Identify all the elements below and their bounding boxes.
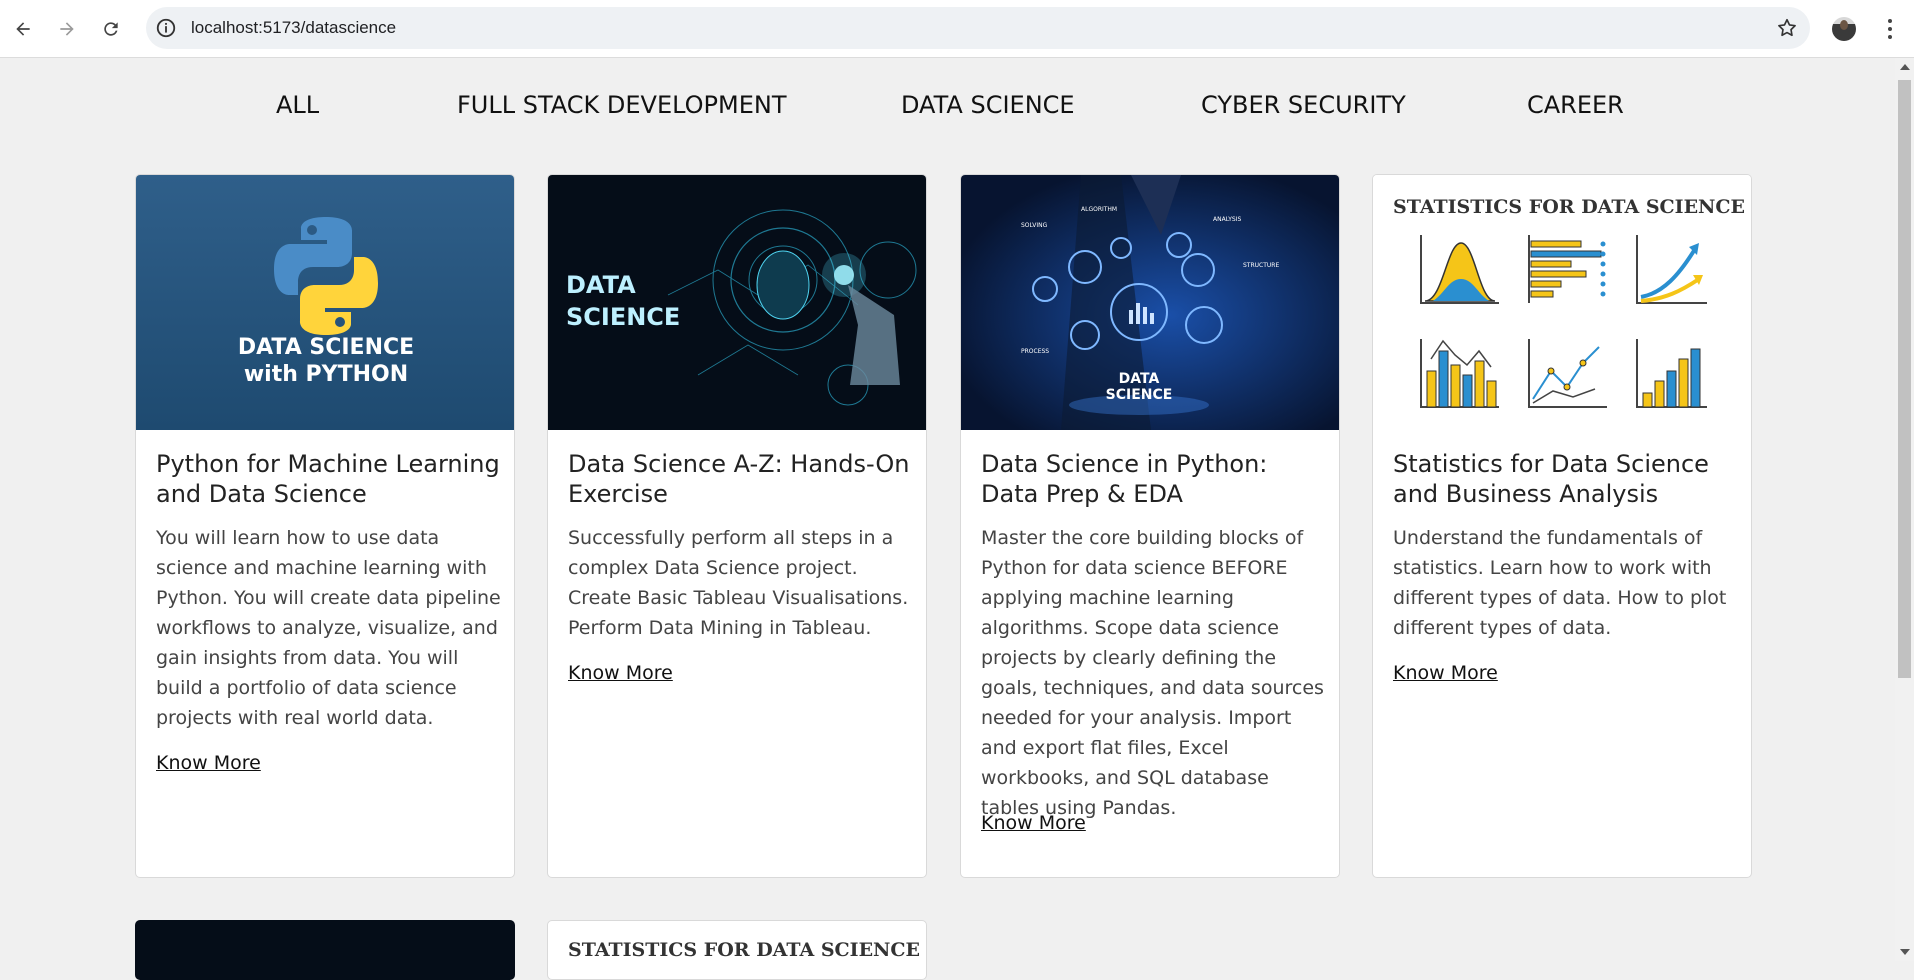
- nav-all[interactable]: ALL: [276, 91, 319, 119]
- page-scrollbar[interactable]: [1895, 58, 1914, 961]
- course-image-data-science-robot: DATA SCIENCE: [548, 175, 926, 430]
- image-caption-line2: SCIENCE: [566, 303, 680, 331]
- back-button[interactable]: [7, 13, 39, 45]
- course-title: Statistics for Data Science and Business…: [1393, 450, 1709, 508]
- image-caption-line1: STATISTICS FOR DATA SCIENCE: [568, 939, 921, 961]
- course-title: Data Science A-Z: Hands-On Exercise: [568, 450, 910, 508]
- course-image-data-science-gears: SOLVING ALGORITHM ANALYSIS STRUCTURE PRO…: [961, 175, 1339, 430]
- course-title: Python for Machine Learning and Data Sci…: [156, 450, 500, 508]
- scroll-up-arrow-icon[interactable]: [1900, 64, 1910, 70]
- profile-avatar[interactable]: [1832, 17, 1856, 41]
- arrow-left-icon: [16, 22, 30, 36]
- nav-career[interactable]: CAREER: [1527, 91, 1624, 119]
- course-description: Understand the fundamentals of statistic…: [1393, 527, 1727, 639]
- course-description: Successfully perform all steps in a comp…: [568, 527, 909, 639]
- know-more-link[interactable]: Know More: [1393, 662, 1498, 684]
- course-card: DATA SCIENCE with PYTHON Python for Mach…: [135, 174, 515, 878]
- menu-kebab-icon[interactable]: [1878, 16, 1902, 42]
- image-label: ALGORITHM: [1081, 206, 1117, 213]
- address-bar[interactable]: localhost:5173/datascience: [146, 7, 1810, 49]
- image-caption-line1: DATA SCIENCE: [238, 335, 414, 360]
- image-label: ANALYSIS: [1213, 216, 1241, 223]
- bookmark-star-icon[interactable]: [1776, 17, 1798, 39]
- nav-cyber-security[interactable]: CYBER SECURITY: [1201, 91, 1406, 119]
- browser-toolbar: localhost:5173/datascience: [0, 0, 1914, 58]
- scroll-thumb[interactable]: [1898, 80, 1911, 678]
- nav-data-science[interactable]: DATA SCIENCE: [901, 91, 1075, 119]
- scroll-down-arrow-icon[interactable]: [1900, 949, 1910, 955]
- site-info-icon[interactable]: [155, 17, 177, 39]
- image-caption-line1: DATA: [566, 271, 636, 299]
- reload-icon: [104, 22, 118, 36]
- know-more-link[interactable]: Know More: [981, 812, 1086, 834]
- course-card-partial: [135, 920, 515, 980]
- know-more-link[interactable]: Know More: [156, 752, 261, 774]
- forward-button[interactable]: [51, 13, 83, 45]
- image-caption-line1: STATISTICS FOR DATA SCIENCE: [1393, 196, 1745, 218]
- course-image-python: DATA SCIENCE with PYTHON: [136, 175, 514, 430]
- nav-full-stack-development[interactable]: FULL STACK DEVELOPMENT: [457, 91, 786, 119]
- course-image-statistics: STATISTICS FOR DATA SCIENCE: [1373, 175, 1751, 430]
- image-caption-line2: with PYTHON: [244, 362, 408, 387]
- reload-button[interactable]: [95, 13, 127, 45]
- course-description: You will learn how to use data science a…: [156, 527, 501, 729]
- image-label: SOLVING: [1021, 222, 1048, 229]
- course-card: STATISTICS FOR DATA SCIENCE Statistics f…: [1372, 174, 1752, 878]
- arrow-right-icon: [60, 22, 74, 36]
- know-more-link[interactable]: Know More: [568, 662, 673, 684]
- course-title: Data Science in Python: Data Prep & EDA: [981, 450, 1268, 508]
- course-card-partial: STATISTICS FOR DATA SCIENCE: [547, 920, 927, 980]
- course-card: DATA SCIENCE Data Science A-Z: Hands-On …: [547, 174, 927, 878]
- image-caption-line2: SCIENCE: [1106, 387, 1173, 403]
- image-caption-line1: DATA: [1119, 371, 1160, 387]
- image-label: STRUCTURE: [1243, 262, 1279, 269]
- course-description: Master the core building blocks of Pytho…: [981, 527, 1324, 819]
- image-label: PROCESS: [1021, 348, 1049, 355]
- course-card: SOLVING ALGORITHM ANALYSIS STRUCTURE PRO…: [960, 174, 1340, 878]
- url-text[interactable]: localhost:5173/datascience: [191, 7, 396, 49]
